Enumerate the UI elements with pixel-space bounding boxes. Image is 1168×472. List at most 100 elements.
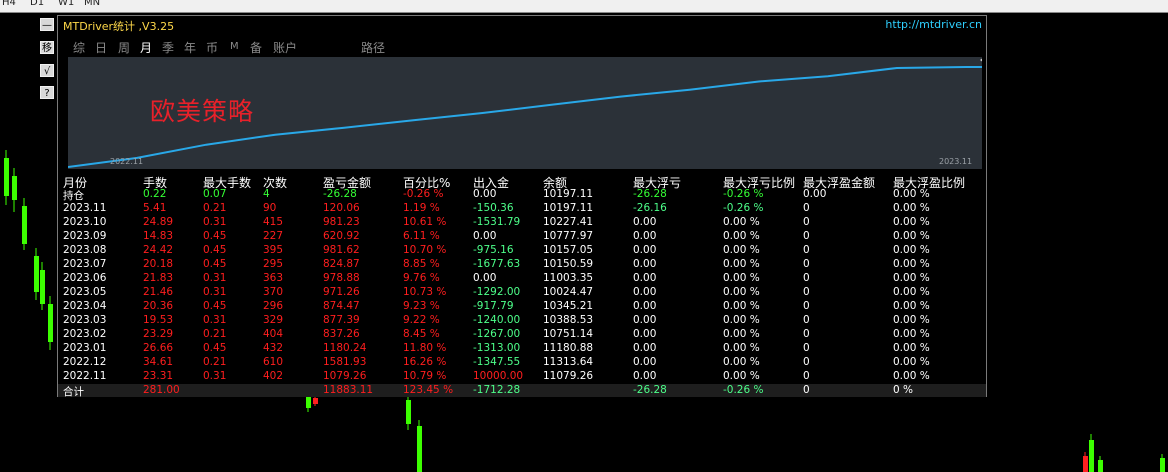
tab-path[interactable]: 路径 [361, 39, 385, 56]
table-row: 2023.06 21.83 0.31 363 978.88 9.76 % 0.00 11003… [58, 272, 986, 286]
cell-deposit: -1292.00 [473, 286, 521, 298]
candle-body [306, 396, 311, 408]
cell-month: 2023.05 [63, 286, 107, 298]
cell-max-lots: 0.31 [203, 216, 227, 228]
cell-max-float-loss-pct: -0.26 % [723, 384, 764, 396]
cell-max-lots: 0.07 [203, 188, 227, 200]
cell-profit: 981.23 [323, 216, 360, 228]
cell-balance: 11180.88 [543, 342, 594, 354]
cell-balance: 10388.53 [543, 314, 594, 326]
cell-month: 2022.12 [63, 356, 107, 368]
cell-month: 2023.06 [63, 272, 107, 284]
candle-body [34, 256, 39, 292]
cell-percent: 9.76 % [403, 272, 440, 284]
cell-lots: 5.41 [143, 202, 167, 214]
cell-percent: 123.45 % [403, 384, 454, 396]
website-link[interactable]: http://mtdriver.cn [885, 18, 982, 31]
cell-lots: 20.18 [143, 258, 174, 270]
minimize-button[interactable]: — [40, 18, 54, 31]
cell-deposit: 0.00 [473, 188, 497, 200]
help-button[interactable]: ? [40, 86, 54, 99]
cell-lots: 23.31 [143, 370, 174, 382]
cell-balance: 10777.97 [543, 230, 594, 242]
cell-max-float-profit-pct: 0.00 % [893, 286, 930, 298]
statistics-panel: MTDriver统计 ,V3.25 http://mtdriver.cn 综 日… [57, 15, 987, 398]
tab-currency[interactable]: 币 [206, 39, 218, 56]
cell-max-float-loss: 0.00 [633, 244, 657, 256]
cell-max-lots: 0.21 [203, 202, 227, 214]
check-button[interactable]: √ [40, 64, 54, 77]
move-button[interactable]: 移 [40, 41, 54, 54]
tab-year[interactable]: 年 [184, 39, 196, 56]
cell-month: 2023.04 [63, 300, 107, 312]
tab-notes[interactable]: 备 [250, 39, 262, 56]
cell-max-float-loss-pct: 0.00 % [723, 328, 760, 340]
candle-body [1098, 460, 1103, 472]
cell-count: 432 [263, 342, 284, 354]
cell-lots: 0.22 [143, 188, 167, 200]
cell-deposit: -917.79 [473, 300, 514, 312]
cell-profit: 824.87 [323, 258, 360, 270]
cell-lots: 21.83 [143, 272, 174, 284]
cell-max-float-loss: 0.00 [633, 230, 657, 242]
table-row: 2023.02 23.29 0.21 404 837.26 8.45 % -1267.00 1… [58, 328, 986, 342]
candle-body [313, 398, 318, 404]
cell-balance: 11003.35 [543, 272, 594, 284]
tab-week[interactable]: 周 [118, 39, 130, 56]
cell-deposit: -1531.79 [473, 216, 521, 228]
cell-balance: 10345.21 [543, 300, 594, 312]
table-row: 2022.11 23.31 0.31 402 1079.26 10.79 % 10000.0… [58, 370, 986, 384]
tab-day[interactable]: 日 [95, 39, 107, 56]
cell-max-float-profit-pct: 0.00 % [893, 328, 930, 340]
cell-max-float-profit: 0 [803, 356, 810, 368]
cell-balance: 11313.64 [543, 356, 594, 368]
cell-max-lots: 0.45 [203, 342, 227, 354]
tab-overview[interactable]: 综 [73, 39, 85, 56]
cell-count: 329 [263, 314, 284, 326]
cell-percent: 9.22 % [403, 314, 440, 326]
cell-deposit: -1712.28 [473, 384, 521, 396]
cell-profit: 11883.11 [323, 384, 374, 396]
cell-max-float-profit-pct: 0.00 % [893, 300, 930, 312]
cell-max-lots: 0.31 [203, 370, 227, 382]
cell-max-float-profit: 0.00 [803, 188, 827, 200]
tab-quarter[interactable]: 季 [162, 39, 174, 56]
cell-max-lots: 0.31 [203, 314, 227, 326]
cell-month: 2023.07 [63, 258, 107, 270]
tab-magic[interactable]: M [230, 41, 239, 52]
table-row: 2023.01 26.66 0.45 432 1180.24 11.80 % -1313.0… [58, 342, 986, 356]
table-row: 2023.03 19.53 0.31 329 877.39 9.22 % -1240.00 1… [58, 314, 986, 328]
cell-max-float-profit: 0 [803, 272, 810, 284]
cell-deposit: -1313.00 [473, 342, 521, 354]
cell-count: 363 [263, 272, 284, 284]
tab-month[interactable]: 月 [140, 39, 152, 56]
candle-body [22, 206, 27, 244]
cell-profit: 120.06 [323, 202, 360, 214]
table-row: 2023.10 24.89 0.31 415 981.23 10.61 % -1531.79… [58, 216, 986, 230]
cell-count: 415 [263, 216, 284, 228]
cell-profit: 978.88 [323, 272, 360, 284]
cell-count: 90 [263, 202, 277, 214]
cell-deposit: -1677.63 [473, 258, 521, 270]
cell-lots: 281.00 [143, 384, 180, 396]
candle-body [12, 176, 17, 200]
cell-max-float-loss-pct: 0.00 % [723, 314, 760, 326]
cell-max-float-loss-pct: 0.00 % [723, 356, 760, 368]
cell-max-float-profit-pct: 0.00 % [893, 314, 930, 326]
cell-count: 610 [263, 356, 284, 368]
cell-max-float-loss: 0.00 [633, 286, 657, 298]
cell-max-float-profit-pct: 0.00 % [893, 356, 930, 368]
tab-account[interactable]: 账户 [273, 39, 297, 56]
axis-date-start: 2022.11 [110, 157, 144, 166]
cell-max-float-loss-pct: 0.00 % [723, 342, 760, 354]
cell-max-float-profit-pct: 0.00 % [893, 272, 930, 284]
cell-lots: 21.46 [143, 286, 174, 298]
cell-max-float-loss: 0.00 [633, 328, 657, 340]
cell-max-float-profit-pct: 0.00 % [893, 258, 930, 270]
cell-month: 合计 [63, 386, 84, 398]
cell-percent: 8.45 % [403, 328, 440, 340]
cell-max-lots: 0.21 [203, 356, 227, 368]
cell-max-float-loss-pct: 0.00 % [723, 286, 760, 298]
panel-title: MTDriver统计 ,V3.25 [63, 20, 175, 33]
cell-count: 370 [263, 286, 284, 298]
